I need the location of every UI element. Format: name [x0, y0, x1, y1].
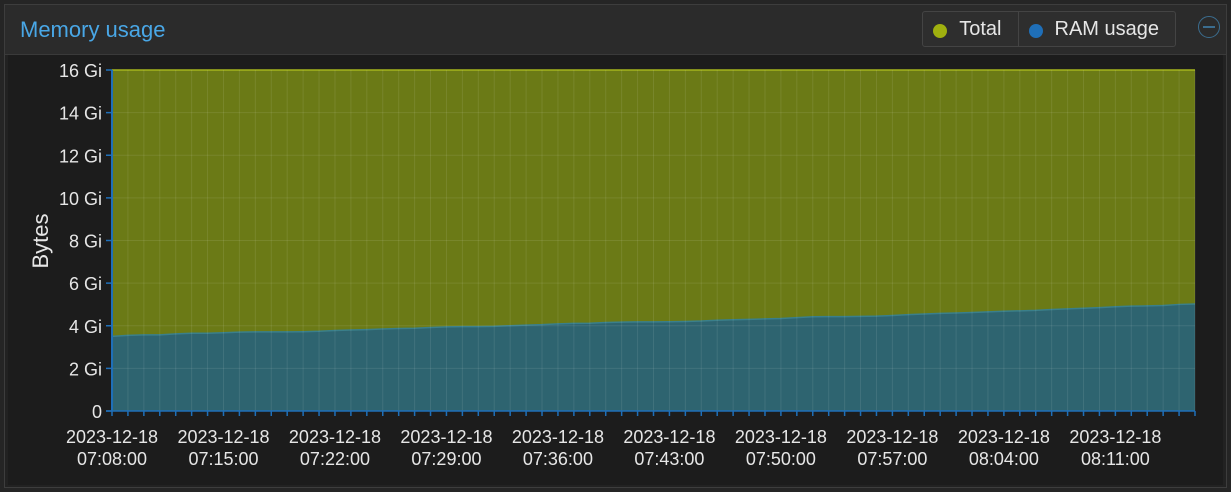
x-tick-label-time: 07:50:00 [746, 449, 816, 469]
x-tick-label-time: 07:36:00 [523, 449, 593, 469]
x-tick-label-time: 07:57:00 [857, 449, 927, 469]
chart-area: 0 2 Gi 4 Gi 6 Gi 8 Gi 10 Gi 12 Gi 14 Gi 16 Gi 202… [8, 55, 1223, 485]
x-tick-label-date: 2023-12-18 [66, 427, 158, 447]
legend-swatch-total [933, 23, 948, 38]
panel-title: Memory usage [20, 17, 166, 42]
memory-usage-panel: Memory usage Total RAM usage 0 2 Gi 4 Gi 6 … [4, 4, 1227, 488]
memory-usage-chart: 0 2 Gi 4 Gi 6 Gi 8 Gi 10 Gi 12 Gi 14 Gi 16 Gi 202… [28, 61, 1196, 469]
x-tick-label-time: 08:04:00 [969, 449, 1039, 469]
legend-item-total[interactable]: Total [923, 12, 1019, 46]
y-tick-label: 6 Gi [69, 274, 102, 294]
y-tick-label: 12 Gi [59, 146, 102, 166]
minus-circle-icon[interactable] [1198, 16, 1220, 38]
y-tick-label: 14 Gi [59, 104, 102, 124]
legend-label-total: Total [959, 17, 1002, 40]
x-tick-label-time: 07:08:00 [77, 449, 147, 469]
legend-label-ram-usage: RAM usage [1054, 17, 1160, 40]
y-tick-label: 0 [92, 402, 102, 422]
panel-header: Memory usage Total RAM usage [5, 5, 1226, 55]
legend-swatch-ram-usage [1028, 23, 1043, 38]
x-tick-label-time: 07:43:00 [634, 449, 704, 469]
x-tick-label-date: 2023-12-18 [177, 427, 269, 447]
x-tick-label-date: 2023-12-18 [958, 427, 1050, 447]
x-tick-label-date: 2023-12-18 [1069, 427, 1161, 447]
x-tick-label-time: 07:15:00 [188, 449, 258, 469]
x-tick-label-date: 2023-12-18 [735, 427, 827, 447]
x-tick-label-date: 2023-12-18 [400, 427, 492, 447]
y-tick-label: 16 Gi [59, 61, 102, 81]
x-tick-label-date: 2023-12-18 [846, 427, 938, 447]
y-tick-label: 4 Gi [69, 317, 102, 337]
x-tick-label-date: 2023-12-18 [512, 427, 604, 447]
y-tick-label: 2 Gi [69, 359, 102, 379]
legend-item-ram-usage[interactable]: RAM usage [1019, 12, 1176, 46]
x-tick-label-time: 07:29:00 [411, 449, 481, 469]
chart-legend: Total RAM usage [922, 11, 1176, 47]
y-tick-label: 10 Gi [59, 189, 102, 209]
x-tick-label-date: 2023-12-18 [623, 427, 715, 447]
y-tick-label: 8 Gi [69, 232, 102, 252]
x-tick-label-time: 08:11:00 [1081, 449, 1150, 469]
x-tick-label-time: 07:22:00 [300, 449, 370, 469]
y-axis-label: Bytes [28, 213, 53, 268]
x-tick-label-date: 2023-12-18 [289, 427, 381, 447]
